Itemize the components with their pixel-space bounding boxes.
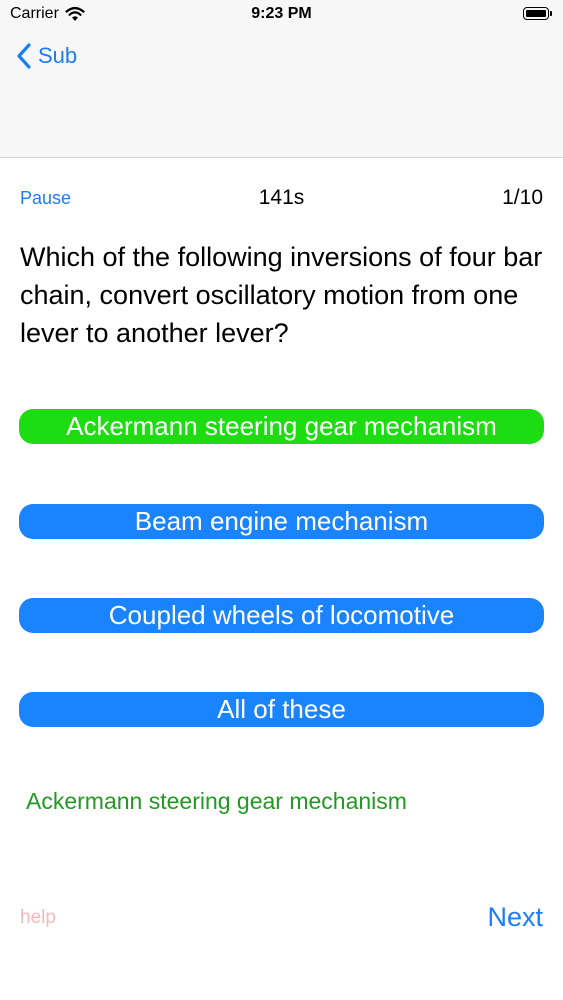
- question-text: Which of the following inversions of fou…: [20, 242, 543, 348]
- timer-readout: 141s: [258, 186, 305, 209]
- back-button[interactable]: Sub: [16, 42, 77, 70]
- status-bar: Carrier 9:23 PM: [0, 0, 563, 30]
- correct-answer-text: Ackermann steering gear mechanism: [26, 788, 407, 814]
- chevron-left-icon: [17, 43, 31, 69]
- next-button[interactable]: Next: [487, 902, 543, 933]
- question-progress: 1/10: [502, 186, 543, 209]
- answer-option-2[interactable]: Beam engine mechanism: [19, 504, 544, 539]
- status-time: 9:23 PM: [251, 5, 312, 22]
- navigation-bar: Sub: [0, 30, 563, 158]
- back-button-label: Sub: [38, 43, 78, 68]
- answer-option-1[interactable]: Ackermann steering gear mechanism: [19, 409, 544, 444]
- battery-icon: [523, 7, 552, 20]
- help-button[interactable]: help: [20, 907, 56, 929]
- battery-fill: [526, 10, 546, 17]
- answer-option-3[interactable]: Coupled wheels of locomotive: [19, 598, 544, 633]
- answer-option-4[interactable]: All of these: [19, 692, 544, 727]
